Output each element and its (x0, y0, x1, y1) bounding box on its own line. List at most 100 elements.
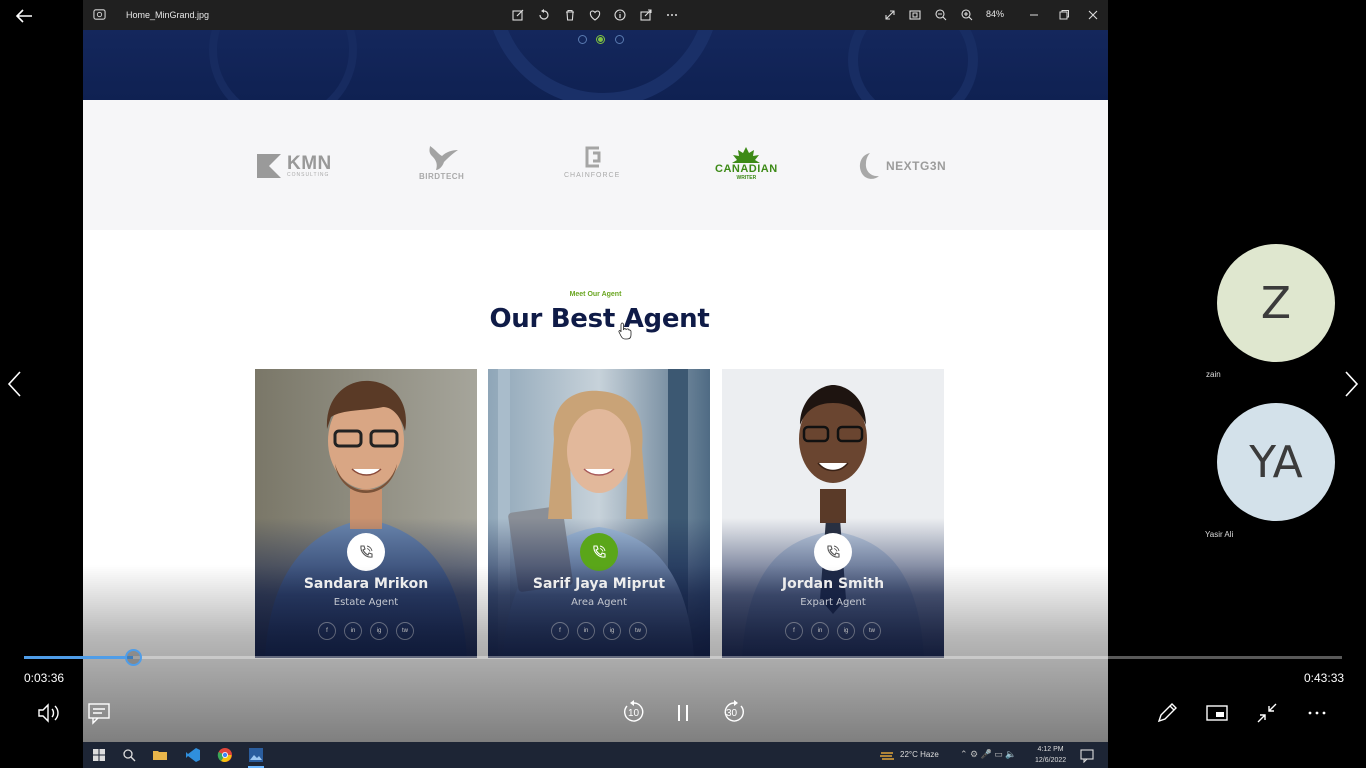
photos-title-bar: Home_MinGrand.jpg 84% (83, 0, 1108, 30)
twitter-icon[interactable]: tw (396, 622, 414, 640)
bird-icon (429, 146, 458, 170)
instagram-icon[interactable]: ig (837, 622, 855, 640)
mini-player-icon[interactable] (1204, 700, 1230, 726)
maple-leaf-icon (732, 147, 761, 163)
agent-name: Sarif Jaya Miprut (532, 576, 666, 592)
pen-icon[interactable] (1154, 700, 1180, 726)
windows-start-icon[interactable] (91, 747, 107, 763)
windows-taskbar: 22°C Haze ⌃ ⚙ 🎤 ▭ 🔈 4:12 PM 12/6/2022 (83, 742, 1108, 768)
rewind-seconds: 10 (628, 708, 640, 719)
info-icon[interactable] (613, 8, 627, 22)
agent-card[interactable]: Jordan Smith Expart Agent f in ig tw (722, 369, 944, 658)
facebook-icon[interactable]: f (551, 622, 569, 640)
twitter-icon[interactable]: tw (863, 622, 881, 640)
agent-role: Expart Agent (800, 597, 866, 608)
phone-icon (827, 545, 840, 558)
more-options-icon[interactable] (1304, 700, 1330, 726)
total-time: 0:43:33 (1304, 671, 1345, 685)
edit-icon[interactable] (511, 8, 525, 22)
forward-seconds: 30 (726, 708, 738, 719)
close-icon[interactable] (1086, 8, 1100, 22)
current-time: 0:03:36 (24, 671, 65, 685)
zoom-out-icon[interactable] (934, 8, 948, 22)
notification-icon[interactable] (1079, 747, 1095, 763)
logo-birdtech: BIRDTECH (419, 142, 464, 186)
logo-kmn: KMN CONSULTING (255, 144, 332, 188)
photos-app-icon (93, 9, 106, 20)
next-arrow-icon[interactable] (1340, 369, 1362, 399)
section-title: Our Best Agent (489, 304, 710, 334)
facebook-icon[interactable]: f (785, 622, 803, 640)
twitter-icon[interactable]: tw (629, 622, 647, 640)
phone-icon (360, 545, 373, 558)
more-icon[interactable] (665, 8, 679, 22)
file-explorer-icon[interactable] (152, 747, 168, 763)
zoom-level[interactable]: 84% (986, 9, 1004, 19)
clock-time: 4:12 PM (1037, 746, 1064, 753)
previous-arrow-icon[interactable] (4, 369, 26, 399)
instagram-icon[interactable]: ig (370, 622, 388, 640)
linkedin-icon[interactable]: in (344, 622, 362, 640)
tray-icons[interactable]: ⌃ ⚙ 🎤 ▭ 🔈 (960, 749, 1017, 760)
rotate-icon[interactable] (537, 8, 551, 22)
participant-avatar: Z (1217, 244, 1335, 362)
exit-fullscreen-icon[interactable] (1254, 700, 1280, 726)
participant-name: zain (1206, 370, 1221, 379)
agent-name: Sandara Mrikon (303, 576, 429, 592)
call-button[interactable] (580, 533, 618, 571)
call-button[interactable] (347, 533, 385, 571)
agent-card[interactable]: Sandara Mrikon Estate Agent f in ig tw (255, 369, 477, 658)
instagram-icon[interactable]: ig (603, 622, 621, 640)
shared-screen: Home_MinGrand.jpg 84% KMN CONSULTING BIR… (83, 0, 1108, 742)
logo-nextg3n: NEXTG3N (854, 144, 946, 188)
search-icon[interactable] (121, 747, 137, 763)
back-arrow-icon[interactable] (14, 6, 34, 26)
logo-canadian-name: CANADIAN (715, 163, 778, 175)
linkedin-icon[interactable]: in (577, 622, 595, 640)
partner-logos: KMN CONSULTING BIRDTECH CHAINFORCE CANAD… (83, 100, 1108, 230)
agent-card[interactable]: Sarif Jaya Miprut Area Agent f in ig tw (488, 369, 710, 658)
chrome-icon[interactable] (217, 747, 233, 763)
carousel-dot-1[interactable] (578, 35, 587, 44)
restore-icon[interactable] (1057, 8, 1071, 22)
captions-icon[interactable] (86, 700, 112, 726)
slideshow-icon[interactable] (908, 8, 922, 22)
facebook-icon[interactable]: f (318, 622, 336, 640)
delete-icon[interactable] (563, 8, 577, 22)
logo-chainforce-name: CHAINFORCE (564, 172, 621, 179)
carousel-dot-3[interactable] (615, 35, 624, 44)
logo-canadian-writer: CANADIAN WRITER (715, 146, 778, 190)
call-button[interactable] (814, 533, 852, 571)
logo-canadian-sub: WRITER (736, 175, 757, 181)
clock[interactable]: 4:12 PM 12/6/2022 (1035, 744, 1066, 766)
moon-icon (859, 153, 879, 179)
minimize-icon[interactable] (1027, 8, 1041, 22)
logo-birdtech-name: BIRDTECH (419, 172, 465, 181)
volume-icon[interactable] (36, 700, 62, 726)
participant-name: Yasir Ali (1205, 530, 1234, 539)
photos-taskbar-icon[interactable] (248, 747, 264, 763)
weather-icon (880, 752, 894, 760)
pause-icon[interactable] (670, 700, 696, 726)
logo-kmn-sub: CONSULTING (287, 172, 330, 178)
meeting-recording-player: Home_MinGrand.jpg 84% KMN CONSULTING BIR… (0, 0, 1366, 768)
logo-kmn-name: KMN (287, 153, 332, 174)
forward-button[interactable]: 30 (720, 700, 748, 726)
favorite-icon[interactable] (588, 8, 602, 22)
seek-bar[interactable] (24, 649, 1342, 666)
carousel-dot-2[interactable] (596, 35, 605, 44)
share-icon[interactable] (639, 8, 653, 22)
logo-chainforce: CHAINFORCE (564, 142, 620, 186)
social-links: f in ig tw (722, 622, 944, 640)
logo-nextg3n-name: NEXTG3N (886, 159, 947, 173)
expand-icon[interactable] (883, 8, 897, 22)
linkedin-icon[interactable]: in (811, 622, 829, 640)
phone-icon (593, 545, 606, 558)
rewind-button[interactable]: 10 (620, 700, 648, 726)
social-links: f in ig tw (255, 622, 477, 640)
participant-avatar: YA (1217, 403, 1335, 521)
zoom-in-icon[interactable] (960, 8, 974, 22)
weather-text: 22°C Haze (900, 750, 939, 759)
seek-bar-progress (24, 656, 134, 659)
vscode-icon[interactable] (185, 747, 201, 763)
